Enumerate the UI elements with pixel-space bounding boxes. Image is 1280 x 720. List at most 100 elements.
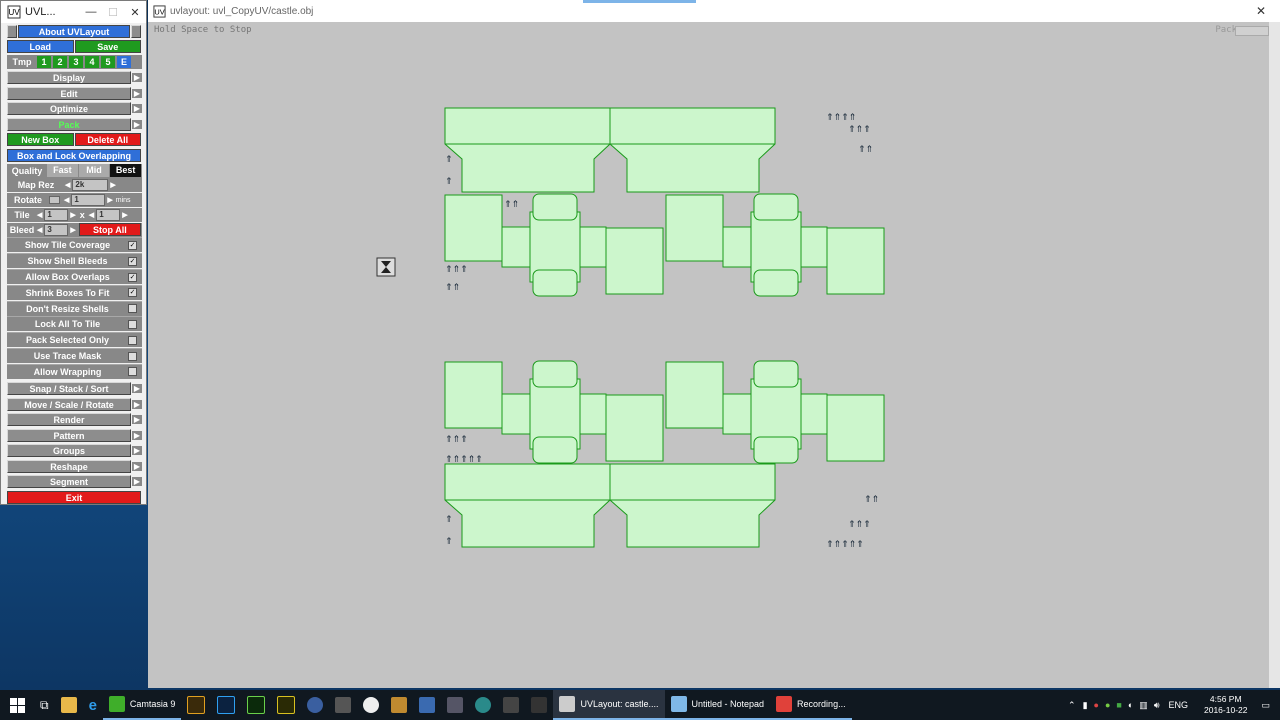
option-row[interactable]: Allow Box Overlaps ✓: [7, 269, 142, 285]
menu-snap-stack-sort[interactable]: Snap / Stack / Sort: [7, 382, 131, 396]
arrow-left-icon[interactable]: ◀: [65, 181, 70, 189]
option-checkbox[interactable]: [128, 335, 137, 345]
taskbar-pinned-app-10[interactable]: [441, 690, 469, 720]
network-icon[interactable]: ▥: [1139, 700, 1148, 711]
close-icon[interactable]: ✕: [1256, 4, 1266, 18]
tray-icon[interactable]: ■: [1116, 700, 1121, 710]
taskbar-pinned-app-7[interactable]: [357, 690, 385, 720]
uv-canvas[interactable]: Hold Space to Stop Pack ⇑⇑⇑⇑ ⇑⇑⇑ ⇑⇑ ⇑ ⇑ …: [148, 22, 1269, 688]
file-explorer-button[interactable]: [55, 690, 83, 720]
tmp-slot-5[interactable]: 5: [101, 56, 115, 68]
language-indicator[interactable]: ENG: [1168, 700, 1188, 710]
notifications-icon[interactable]: ▭: [1261, 700, 1270, 711]
taskbar-pinned-dreamweaver[interactable]: [241, 690, 271, 720]
edge-button[interactable]: e: [83, 690, 103, 720]
tray-up-arrow-icon[interactable]: ⌃: [1068, 700, 1076, 711]
option-row[interactable]: Use Trace Mask: [7, 348, 142, 364]
about-button[interactable]: About UVLayout: [18, 24, 130, 38]
menu-optimize[interactable]: Optimize: [7, 102, 131, 115]
tray-icon[interactable]: ●: [1105, 700, 1110, 710]
arrow-left-icon[interactable]: ◀: [37, 226, 42, 234]
tmp-slot-4[interactable]: 4: [85, 56, 99, 68]
option-checkbox[interactable]: ✓: [128, 240, 137, 250]
delete-all-button[interactable]: Delete All: [74, 133, 141, 146]
exit-button[interactable]: Exit: [7, 491, 141, 505]
tray-icon[interactable]: ◐: [1128, 700, 1133, 710]
box-and-lock-overlapping-button[interactable]: Box and Lock Overlapping: [7, 148, 141, 162]
start-button[interactable]: [0, 690, 34, 720]
menu-render[interactable]: Render: [7, 413, 131, 427]
arrow-right-icon[interactable]: ▶: [110, 181, 115, 189]
close-icon[interactable]: ✕: [124, 6, 146, 19]
menu-display[interactable]: Display: [7, 71, 131, 84]
taskbar-pinned-app-6[interactable]: [329, 690, 357, 720]
taskbar-pinned-bridge[interactable]: [181, 690, 211, 720]
menu-pack[interactable]: Pack: [7, 117, 131, 131]
option-checkbox[interactable]: ✓: [128, 272, 137, 282]
tile-x-field[interactable]: 1: [44, 208, 69, 221]
arrow-right-icon[interactable]: ▶: [70, 226, 75, 234]
bleed-field[interactable]: 3: [44, 223, 69, 236]
option-checkbox[interactable]: [128, 319, 137, 329]
menu-reshape[interactable]: Reshape: [7, 459, 131, 473]
taskbar-app-camtasia[interactable]: Camtasia 9: [102, 690, 182, 720]
option-checkbox[interactable]: ✓: [128, 256, 137, 266]
arrow-left-icon[interactable]: ◀: [64, 196, 69, 204]
option-row[interactable]: Show Tile Coverage ✓: [7, 237, 142, 253]
menu-groups[interactable]: Groups: [7, 444, 131, 458]
taskbar-pinned-app-11[interactable]: [469, 690, 497, 720]
taskbar-pinned-app-5[interactable]: [301, 690, 329, 720]
tmp-slot-1[interactable]: 1: [37, 56, 51, 68]
option-row[interactable]: Allow Wrapping: [7, 363, 142, 379]
uv-window-titlebar[interactable]: UV uvlayout: uvl_CopyUV/castle.obj ✕: [148, 0, 1280, 23]
option-checkbox[interactable]: [128, 367, 137, 377]
tmp-slot-e[interactable]: E: [117, 56, 131, 68]
option-checkbox[interactable]: [128, 351, 137, 361]
rotate-checkbox[interactable]: [49, 196, 60, 205]
tmp-slot-2[interactable]: 2: [53, 56, 67, 68]
quality-fast-option[interactable]: Fast: [47, 164, 78, 177]
menu-pattern[interactable]: Pattern: [7, 428, 131, 442]
tmp-slot-3[interactable]: 3: [69, 56, 83, 68]
taskbar-app-uvlayout[interactable]: UVLayout: castle....: [553, 690, 665, 720]
arrow-left-icon[interactable]: ◀: [89, 211, 94, 219]
tool-window-titlebar[interactable]: UV UVL... — ☐ ✕: [1, 1, 146, 23]
tile-y-field[interactable]: 1: [96, 208, 121, 221]
taskbar-pinned-app-8[interactable]: [385, 690, 413, 720]
new-box-button[interactable]: New Box: [7, 133, 74, 146]
tray-icon[interactable]: ▮: [1083, 700, 1088, 711]
option-row[interactable]: Lock All To Tile: [7, 316, 142, 332]
taskbar-app-notepad[interactable]: Untitled - Notepad: [664, 690, 771, 720]
panel-collapse-button-right[interactable]: [131, 24, 141, 38]
minimize-icon[interactable]: —: [80, 6, 102, 19]
stop-all-button[interactable]: Stop All: [78, 223, 141, 237]
quality-mid-option[interactable]: Mid: [78, 164, 110, 177]
map-rez-field[interactable]: 2k: [72, 179, 109, 192]
option-row[interactable]: Don't Resize Shells: [7, 300, 142, 316]
taskbar-pinned-app-13[interactable]: [525, 690, 553, 720]
clock[interactable]: 4:56 PM 2016-10-22: [1204, 694, 1247, 716]
load-button[interactable]: Load: [7, 40, 74, 53]
taskbar-pinned-app-9[interactable]: [413, 690, 441, 720]
option-checkbox[interactable]: [128, 304, 137, 314]
option-checkbox[interactable]: ✓: [128, 288, 137, 298]
option-row[interactable]: Shrink Boxes To Fit ✓: [7, 284, 142, 300]
volume-icon[interactable]: 🔊︎: [1154, 700, 1160, 711]
taskbar-pinned-photoshop[interactable]: [211, 690, 241, 720]
tray-icon[interactable]: ●: [1094, 700, 1099, 710]
arrow-right-icon[interactable]: ▶: [122, 211, 127, 219]
menu-edit[interactable]: Edit: [7, 86, 131, 100]
option-row[interactable]: Pack Selected Only: [7, 332, 142, 348]
panel-collapse-button[interactable]: [7, 24, 17, 38]
arrow-right-icon[interactable]: ▶: [70, 211, 75, 219]
arrow-left-icon[interactable]: ◀: [37, 211, 42, 219]
menu-segment[interactable]: Segment: [7, 475, 131, 489]
taskbar-pinned-fireworks[interactable]: [271, 690, 301, 720]
quality-best-option[interactable]: Best: [110, 164, 142, 177]
arrow-right-icon[interactable]: ▶: [107, 196, 112, 204]
menu-move-scale-rotate[interactable]: Move / Scale / Rotate: [7, 397, 131, 411]
option-row[interactable]: Show Shell Bleeds ✓: [7, 253, 142, 269]
rotate-field[interactable]: 1: [71, 194, 106, 207]
maximize-icon[interactable]: ☐: [102, 6, 124, 19]
task-view-button[interactable]: ⧉: [34, 690, 55, 720]
